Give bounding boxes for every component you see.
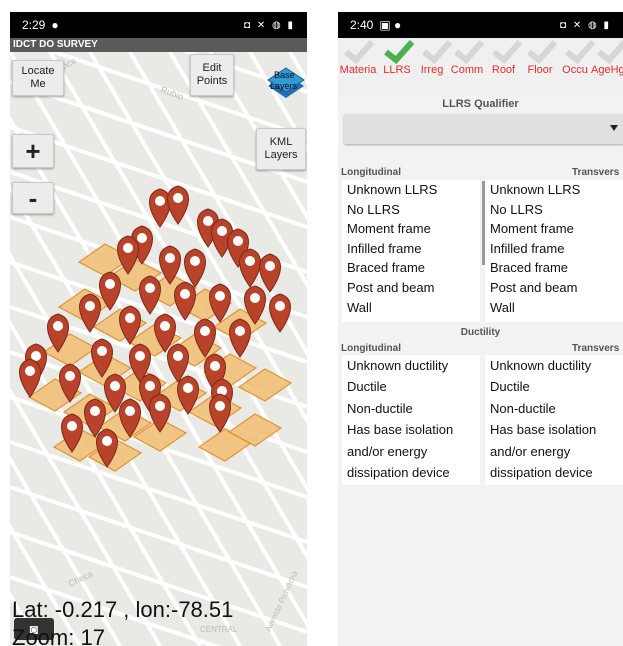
list-item[interactable]: No LLRS [485, 200, 623, 220]
checkmark-icon [384, 40, 415, 64]
llrs-qualifier-title: LLRS Qualifier [442, 98, 519, 110]
tab-materia[interactable]: Materia [338, 38, 378, 96]
ductility-transverse-list[interactable]: Unknown ductility Ductile Non-ductile Ha… [485, 355, 623, 485]
tab-irreg[interactable]: Irreg [416, 38, 453, 96]
llrs-longitudinal-list[interactable]: Unknown LLRS No LLRS Moment frame Infill… [342, 180, 480, 322]
list-item[interactable]: Non-ductile [342, 398, 480, 419]
dropdown-arrow-icon [610, 125, 618, 131]
list-item[interactable]: Has base isolation [342, 419, 480, 440]
location-pin-icon[interactable] [167, 343, 189, 383]
list-item[interactable]: No LLRS [342, 200, 480, 220]
list-item[interactable]: Moment frame [342, 219, 480, 239]
svg-text:Base: Base [274, 70, 295, 80]
checkmark-icon [344, 40, 375, 64]
status-time: 2:29 [22, 18, 46, 32]
location-pin-icon[interactable] [269, 293, 291, 333]
tab-roof[interactable]: Roof [486, 38, 523, 96]
list-item[interactable]: Wall [485, 298, 623, 318]
list-item[interactable]: Unknown LLRS [342, 180, 480, 200]
zoom-in-button[interactable]: + [12, 134, 54, 168]
list-item[interactable]: Unknown ductility [485, 355, 623, 376]
checkmark-icon [527, 40, 558, 64]
notification-icon: ● [51, 18, 59, 32]
list-item[interactable]: and/or energy [342, 441, 480, 462]
list-item[interactable]: Unknown LLRS [485, 180, 623, 200]
kml-layers-button[interactable]: KML Layers [256, 128, 306, 170]
list-item[interactable]: Ductile [342, 376, 480, 397]
list-item[interactable]: and/or energy [485, 441, 623, 462]
llrs-longitudinal-header: Longitudinal [341, 167, 401, 178]
location-pin-icon[interactable] [239, 248, 261, 288]
locate-me-button[interactable]: Locate Me [12, 60, 64, 96]
checkmark-icon [492, 40, 523, 64]
list-item[interactable]: Braced frame [342, 258, 480, 278]
base-layers-button[interactable]: Base Layers [264, 64, 307, 108]
category-tab-bar: Materia LLRS Irreg Comm Roof Floor Occu [338, 38, 623, 96]
list-item[interactable]: dissipation device [485, 462, 623, 483]
list-item[interactable]: Infilled frame [485, 239, 623, 259]
list-item[interactable]: Wall [342, 298, 480, 318]
coordinates-readout: Lat: -0.217 , lon:-78.51 [12, 597, 234, 622]
tab-llrs[interactable]: LLRS [378, 38, 416, 96]
notification-icon: ▣ ● [379, 18, 402, 32]
ductility-longitudinal-header: Longitudinal [341, 343, 401, 354]
list-item[interactable]: Infilled frame [342, 239, 480, 259]
tab-floor[interactable]: Floor [521, 38, 559, 96]
list-item[interactable]: Unknown ductility [342, 355, 480, 376]
list-item[interactable]: Moment frame [485, 219, 623, 239]
status-bar: 2:29 ● ◘ ✕ ◍ ▮ [10, 12, 307, 38]
tab-occu[interactable]: Occu [559, 38, 596, 96]
location-pin-icon[interactable] [167, 185, 189, 225]
street-label: Checa [67, 569, 95, 589]
llrs-transverse-list[interactable]: Unknown LLRS No LLRS Moment frame Infill… [485, 180, 623, 322]
list-item[interactable]: Has base isolation [485, 419, 623, 440]
ductility-transverse-header: Transvers [572, 343, 620, 354]
location-pin-icon[interactable] [259, 253, 281, 293]
map-screen: 2:29 ● ◘ ✕ ◍ ▮ IDCT DO SURVEY Cuenca Rub… [10, 12, 307, 646]
svg-text:Layers: Layers [270, 81, 298, 91]
llrs-transverse-header: Transvers [572, 167, 620, 178]
llrs-qualifier-dropdown[interactable] [344, 114, 623, 144]
survey-form-screen: 2:40 ▣ ● ◘ ✕ ◍ ▮ Materia LLRS Irreg Comm… [338, 12, 623, 646]
layers-icon: Base Layers [267, 67, 305, 98]
status-icons: ◘ ✕ ◍ ▮ [560, 19, 611, 31]
tab-agehg[interactable]: AgeHg [591, 38, 623, 96]
zoom-out-button[interactable]: - [12, 182, 54, 214]
status-bar: 2:40 ▣ ● ◘ ✕ ◍ ▮ [338, 12, 623, 38]
street-label: CENTRAL [200, 625, 238, 634]
zoom-level-readout: Zoom: 17 [12, 625, 105, 646]
list-item[interactable]: dissipation device [342, 462, 480, 483]
edit-points-button[interactable]: Edit Points [190, 54, 234, 96]
list-item[interactable]: Post and beam [342, 278, 480, 298]
street-label: Rubio [159, 84, 185, 101]
checkmark-icon [454, 40, 485, 64]
app-title: IDCT DO SURVEY [10, 38, 307, 52]
location-pin-icon[interactable] [229, 318, 251, 358]
list-item[interactable]: Ductile [485, 376, 623, 397]
tab-comm[interactable]: Comm [448, 38, 486, 96]
list-item[interactable]: Non-ductile [485, 398, 623, 419]
status-time: 2:40 [350, 18, 374, 32]
list-item[interactable]: Braced frame [485, 258, 623, 278]
checkmark-icon [597, 40, 623, 64]
ductility-longitudinal-list[interactable]: Unknown ductility Ductile Non-ductile Ha… [342, 355, 480, 485]
ductility-title: Ductility [460, 327, 501, 338]
list-item[interactable]: Post and beam [485, 278, 623, 298]
status-icons: ◘ ✕ ◍ ▮ [244, 19, 295, 31]
